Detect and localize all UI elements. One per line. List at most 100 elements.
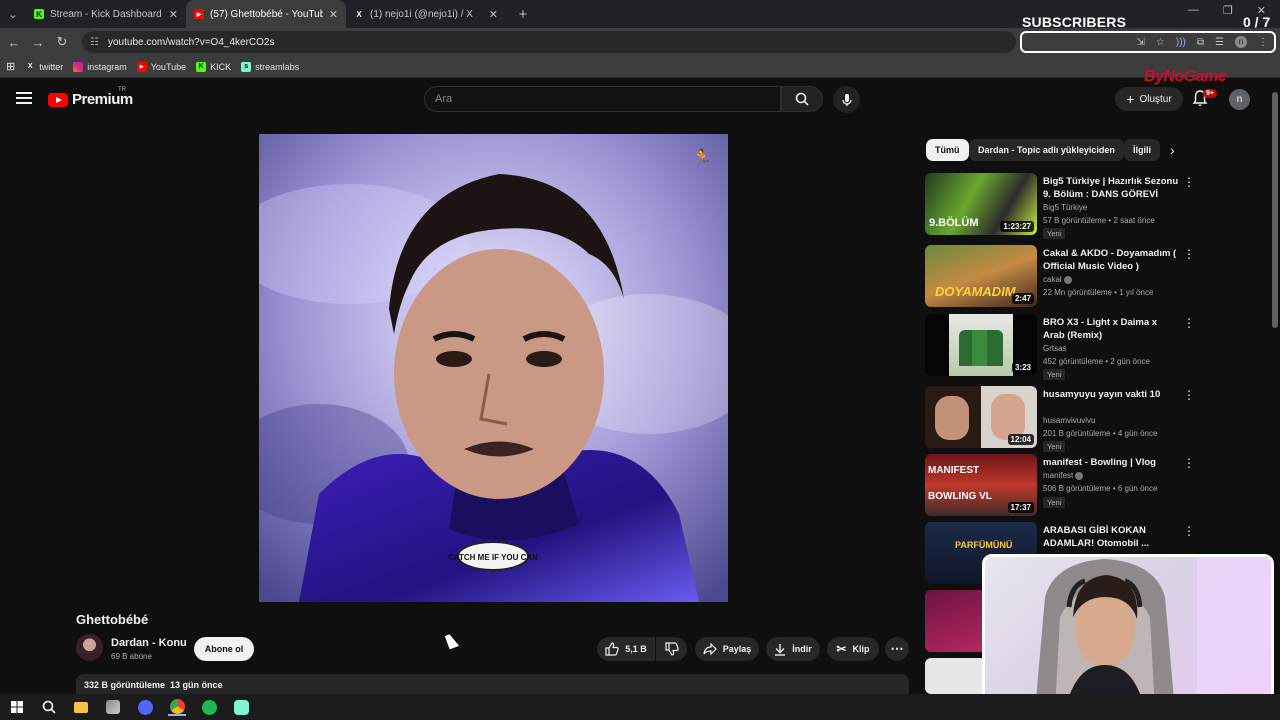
upload-age: 13 gün önce bbox=[170, 680, 223, 690]
back-icon[interactable]: ← bbox=[2, 35, 26, 50]
more-vertical-icon[interactable]: ⋮ bbox=[1183, 247, 1195, 261]
recommendation-title: manifest - Bowling | Vlog bbox=[1043, 457, 1156, 468]
list-item[interactable]: MANIFEST BOWLING VL 17:37 manifest - Bow… bbox=[925, 454, 1195, 518]
video-duration: 12:04 bbox=[1007, 434, 1034, 445]
search-icon[interactable] bbox=[40, 698, 58, 716]
site-info-icon[interactable]: ☷ bbox=[90, 37, 100, 48]
youtube-icon: ▶ bbox=[194, 9, 204, 19]
browser-tab-youtube[interactable]: ▶ (57) Ghettobébé - YouTube ✕ bbox=[186, 0, 346, 28]
bookmark-label: twitter bbox=[39, 61, 64, 72]
create-label: Oluştur bbox=[1139, 93, 1172, 105]
streamlabs-icon[interactable] bbox=[232, 698, 250, 716]
file-explorer-icon[interactable] bbox=[72, 698, 90, 716]
list-item[interactable]: 3:23 BRO X3 - Light x Daima x Arab (Remi… bbox=[925, 314, 1195, 380]
windows-taskbar bbox=[0, 694, 1280, 720]
chrome-icon[interactable] bbox=[168, 698, 186, 716]
maximize-icon[interactable]: ❐ bbox=[1223, 4, 1233, 17]
url-bar[interactable]: ☷ youtube.com/watch?v=O4_4kerCO2s bbox=[82, 31, 1016, 53]
discord-icon[interactable] bbox=[136, 698, 154, 716]
logo-region: TR bbox=[118, 87, 126, 93]
audio-icon[interactable]: ))) bbox=[1176, 37, 1186, 48]
list-item[interactable]: 12:04 husamyuyu yayın vakti 10 husamvivu… bbox=[925, 386, 1195, 452]
more-vertical-icon[interactable]: ⋮ bbox=[1183, 456, 1195, 470]
forward-icon[interactable]: → bbox=[26, 35, 50, 50]
kick-icon: K bbox=[196, 61, 207, 72]
spotify-icon[interactable] bbox=[200, 698, 218, 716]
chevron-right-icon[interactable]: › bbox=[1170, 142, 1175, 158]
account-avatar[interactable]: n bbox=[1229, 89, 1250, 110]
share-button[interactable]: Paylaş bbox=[695, 637, 759, 661]
chip-related[interactable]: İlgili bbox=[1124, 139, 1160, 161]
bookmark-star-icon[interactable]: ☆ bbox=[1156, 37, 1165, 48]
bookmark-instagram[interactable]: instagram bbox=[73, 61, 127, 72]
tab-title: Stream - Kick Dashboard bbox=[50, 8, 162, 20]
chrome-menu-icon[interactable]: ⋮ bbox=[1258, 37, 1268, 48]
bookmark-youtube[interactable]: ▶ YouTube bbox=[136, 61, 186, 72]
apps-icon[interactable]: ⊞ bbox=[6, 60, 15, 73]
search-button[interactable] bbox=[781, 86, 823, 112]
thumbnail-text: PARFÜMÜNÜ bbox=[955, 540, 1013, 550]
minimize-icon[interactable]: — bbox=[1188, 4, 1199, 17]
create-button[interactable]: + Oluştur bbox=[1115, 87, 1183, 111]
list-item[interactable]: 9.BÖLÜM 1:23:27 Big5 Türkiye | Hazırlık … bbox=[925, 173, 1195, 239]
bookmark-twitter[interactable]: X twitter bbox=[25, 62, 63, 72]
browser-tab-kick[interactable]: K Stream - Kick Dashboard ✕ bbox=[26, 0, 186, 28]
video-thumbnail[interactable]: 3:23 bbox=[925, 314, 1037, 376]
like-count: 5,1 B bbox=[625, 644, 647, 654]
list-item[interactable]: DOYAMADIM 2:47 Cakal & AKDO - Doyamadım … bbox=[925, 245, 1195, 309]
video-player[interactable]: CATCH ME IF YOU CAN 🏃 bbox=[259, 134, 728, 602]
extensions-icon[interactable]: ⧉ bbox=[1197, 37, 1204, 48]
video-thumbnail[interactable]: 12:04 bbox=[925, 386, 1037, 448]
youtube-premium-logo[interactable]: Premium TR bbox=[48, 87, 133, 108]
page-scrollbar[interactable] bbox=[1272, 92, 1278, 328]
bookmark-streamlabs[interactable]: s streamlabs bbox=[241, 61, 300, 72]
logo-text: Premium bbox=[72, 91, 133, 108]
video-thumbnail[interactable]: DOYAMADIM 2:47 bbox=[925, 245, 1037, 307]
channel-avatar[interactable] bbox=[76, 634, 103, 661]
app-icon[interactable] bbox=[104, 698, 122, 716]
tab-close-icon[interactable]: ✕ bbox=[169, 8, 178, 21]
webcam-overlay bbox=[982, 554, 1274, 714]
profile-icon[interactable]: n bbox=[1235, 36, 1247, 48]
running-figure-icon: 🏃 bbox=[692, 150, 712, 167]
tab-close-icon[interactable]: ✕ bbox=[489, 8, 498, 21]
chip-from-uploader[interactable]: Dardan - Topic adlı yükleyiciden bbox=[969, 139, 1124, 161]
bookmark-label: streamlabs bbox=[255, 61, 300, 72]
download-button[interactable]: İndir bbox=[766, 637, 820, 661]
menu-icon[interactable] bbox=[16, 92, 32, 104]
recommendation-title: ARABASI GİBİ KOKAN ADAMLAR! Otomobil ... bbox=[1043, 525, 1150, 549]
clip-button[interactable]: ✂ Klip bbox=[827, 637, 879, 661]
more-vertical-icon[interactable]: ⋮ bbox=[1183, 316, 1195, 330]
subscribe-button[interactable]: Abone ol bbox=[194, 637, 254, 661]
more-actions-button[interactable]: ⋯ bbox=[885, 637, 909, 661]
rec-age: 4 gün önce bbox=[1117, 429, 1158, 438]
video-thumbnail[interactable]: MANIFEST BOWLING VL 17:37 bbox=[925, 454, 1037, 516]
rec-views: 452 görüntüleme bbox=[1043, 357, 1104, 366]
install-icon[interactable]: ⇲ bbox=[1137, 37, 1145, 48]
streamer-webcam-image bbox=[1035, 557, 1271, 711]
description-box[interactable]: 332 B görüntüleme 13 gün önce bbox=[76, 674, 909, 694]
voice-search-button[interactable] bbox=[833, 86, 860, 113]
x-icon: X bbox=[27, 63, 33, 70]
reading-list-icon[interactable]: ☰ bbox=[1215, 37, 1224, 48]
bookmark-kick[interactable]: K KICK bbox=[196, 61, 231, 72]
windows-start-icon[interactable] bbox=[8, 698, 26, 716]
verified-icon bbox=[1063, 275, 1072, 284]
plus-icon: + bbox=[1126, 91, 1135, 107]
chip-all[interactable]: Tümü bbox=[926, 139, 969, 161]
more-vertical-icon[interactable]: ⋮ bbox=[1183, 175, 1195, 189]
dislike-button[interactable] bbox=[656, 637, 687, 661]
more-vertical-icon[interactable]: ⋮ bbox=[1183, 524, 1195, 538]
tab-close-icon[interactable]: ✕ bbox=[329, 8, 338, 21]
new-tab-button[interactable]: + bbox=[512, 6, 534, 23]
video-thumbnail[interactable]: 9.BÖLÜM 1:23:27 bbox=[925, 173, 1037, 235]
new-badge: Yeni bbox=[1043, 441, 1066, 452]
reload-icon[interactable]: ↻ bbox=[50, 34, 74, 50]
browser-tab-x[interactable]: X (1) nejo1i (@nejo1i) / X ✕ bbox=[346, 0, 506, 28]
search-input[interactable]: Ara bbox=[424, 86, 781, 112]
like-button[interactable]: 5,1 B bbox=[597, 637, 655, 661]
tab-search-icon[interactable]: ⌄ bbox=[0, 0, 26, 28]
microphone-icon bbox=[841, 93, 852, 106]
channel-name[interactable]: Dardan - Konu bbox=[111, 637, 187, 649]
more-vertical-icon[interactable]: ⋮ bbox=[1183, 388, 1195, 402]
